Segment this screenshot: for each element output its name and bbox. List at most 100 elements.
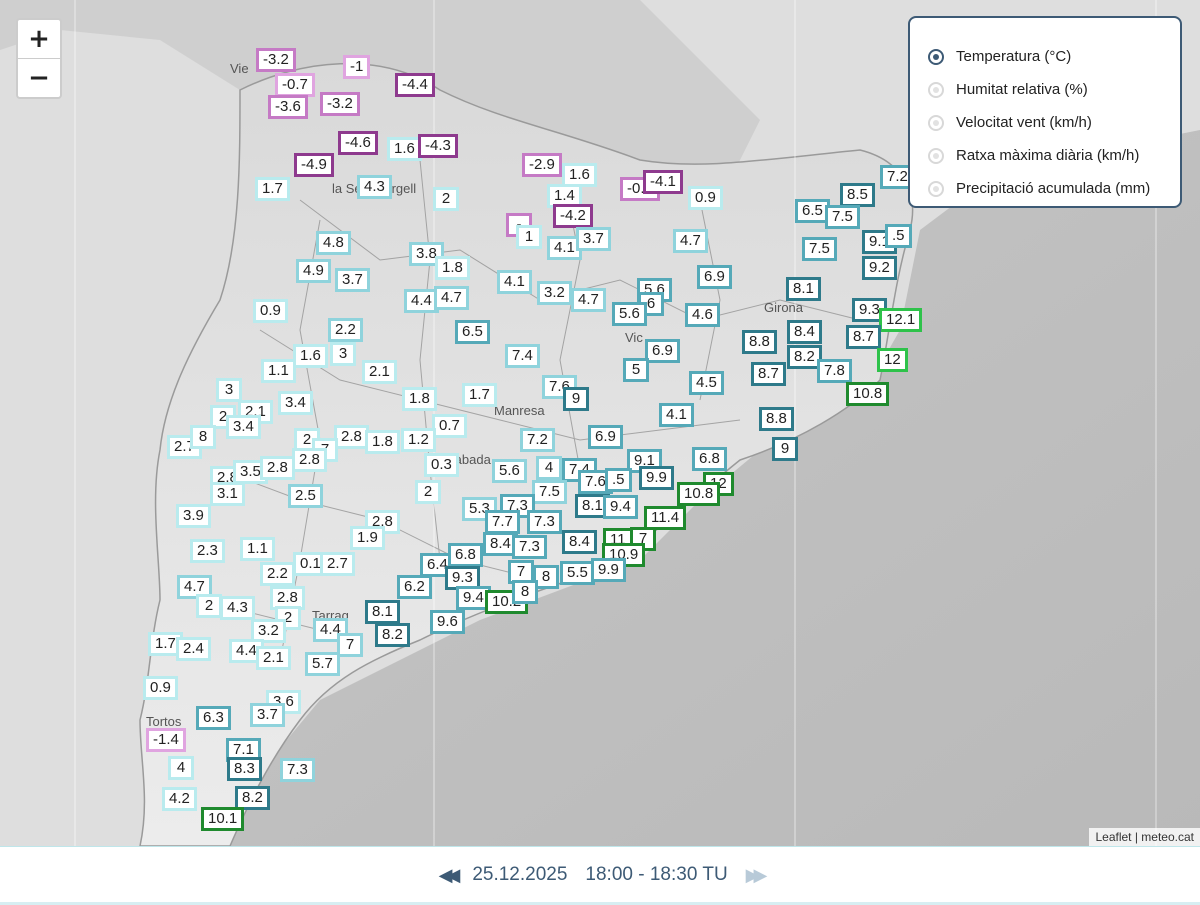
station-temperature-marker[interactable]: .5 xyxy=(885,224,912,248)
station-temperature-marker[interactable]: 1.1 xyxy=(240,537,275,561)
station-temperature-marker[interactable]: .5 xyxy=(605,468,632,492)
radio-selected-icon[interactable] xyxy=(928,48,944,65)
station-temperature-marker[interactable]: 3.7 xyxy=(576,227,611,251)
station-temperature-marker[interactable]: 8.2 xyxy=(375,623,410,647)
station-temperature-marker[interactable]: 12.1 xyxy=(879,308,923,332)
zoom-out-button[interactable]: − xyxy=(18,58,60,97)
station-temperature-marker[interactable]: 8.7 xyxy=(846,325,881,349)
station-temperature-marker[interactable]: -1 xyxy=(343,55,371,79)
station-temperature-marker[interactable]: 12 xyxy=(877,348,908,372)
station-temperature-marker[interactable]: 10.8 xyxy=(846,382,890,406)
station-temperature-marker[interactable]: 3.2 xyxy=(537,281,572,305)
station-temperature-marker[interactable]: 9.6 xyxy=(430,610,465,634)
station-temperature-marker[interactable]: 2 xyxy=(415,480,441,504)
station-temperature-marker[interactable]: 9 xyxy=(563,387,589,411)
station-temperature-marker[interactable]: 4.3 xyxy=(357,175,392,199)
station-temperature-marker[interactable]: 5.7 xyxy=(305,652,340,676)
station-temperature-marker[interactable]: 4.9 xyxy=(296,259,331,283)
station-temperature-marker[interactable]: 1.6 xyxy=(387,137,422,161)
station-temperature-marker[interactable]: -0.7 xyxy=(275,73,315,97)
station-temperature-marker[interactable]: 6.3 xyxy=(196,706,231,730)
variable-option-humidity[interactable]: Humitat relativa (%) xyxy=(928,73,1180,106)
station-temperature-marker[interactable]: 2 xyxy=(433,187,459,211)
station-temperature-marker[interactable]: 4 xyxy=(536,456,562,480)
station-temperature-marker[interactable]: 0.9 xyxy=(143,676,178,700)
station-temperature-marker[interactable]: 6.9 xyxy=(588,425,623,449)
station-temperature-marker[interactable]: 2 xyxy=(196,594,222,618)
rewind-icon[interactable]: ◀◀ xyxy=(439,865,461,886)
station-temperature-marker[interactable]: -3.2 xyxy=(320,92,360,116)
station-temperature-marker[interactable]: 2.5 xyxy=(288,484,323,508)
station-temperature-marker[interactable]: 3.4 xyxy=(278,391,313,415)
station-temperature-marker[interactable]: 8.7 xyxy=(751,362,786,386)
station-temperature-marker[interactable]: 6.9 xyxy=(697,265,732,289)
station-temperature-marker[interactable]: 8.8 xyxy=(759,407,794,431)
station-temperature-marker[interactable]: -4.2 xyxy=(553,204,593,228)
station-temperature-marker[interactable]: 7.7 xyxy=(485,510,520,534)
station-temperature-marker[interactable]: 3.1 xyxy=(210,482,245,506)
station-temperature-marker[interactable]: 4.5 xyxy=(689,371,724,395)
station-temperature-marker[interactable]: -4.3 xyxy=(418,134,458,158)
station-temperature-marker[interactable]: 8.3 xyxy=(227,757,262,781)
station-temperature-marker[interactable]: 7.5 xyxy=(532,480,567,504)
station-temperature-marker[interactable]: 6.9 xyxy=(645,339,680,363)
station-temperature-marker[interactable]: 8 xyxy=(512,580,538,604)
station-temperature-marker[interactable]: 3 xyxy=(330,342,356,366)
station-temperature-marker[interactable]: 6.8 xyxy=(448,543,483,567)
station-temperature-marker[interactable]: 1.6 xyxy=(293,344,328,368)
station-temperature-marker[interactable]: 6.8 xyxy=(692,447,727,471)
station-temperature-marker[interactable]: 3.9 xyxy=(176,504,211,528)
map-attribution[interactable]: Leaflet | meteo.cat xyxy=(1089,828,1200,846)
station-temperature-marker[interactable]: 1.7 xyxy=(462,383,497,407)
zoom-in-button[interactable]: + xyxy=(18,20,60,58)
station-temperature-marker[interactable]: 3 xyxy=(216,378,242,402)
station-temperature-marker[interactable]: 4.1 xyxy=(659,403,694,427)
radio-icon[interactable] xyxy=(928,180,944,197)
station-temperature-marker[interactable]: 0.9 xyxy=(688,186,723,210)
station-temperature-marker[interactable]: 7.3 xyxy=(512,535,547,559)
station-temperature-marker[interactable]: 5.6 xyxy=(612,302,647,326)
station-temperature-marker[interactable]: -1.4 xyxy=(146,728,186,752)
station-temperature-marker[interactable]: 4.6 xyxy=(685,303,720,327)
station-temperature-marker[interactable]: -3.6 xyxy=(268,95,308,119)
forward-icon[interactable]: ▶▶ xyxy=(746,865,768,886)
station-temperature-marker[interactable]: 2.4 xyxy=(176,637,211,661)
station-temperature-marker[interactable]: 8.4 xyxy=(787,320,822,344)
station-temperature-marker[interactable]: -3.2 xyxy=(256,48,296,72)
station-temperature-marker[interactable]: 5.5 xyxy=(560,561,595,585)
station-temperature-marker[interactable]: 3.7 xyxy=(250,703,285,727)
station-temperature-marker[interactable]: 7.3 xyxy=(527,510,562,534)
station-temperature-marker[interactable]: 7 xyxy=(337,633,363,657)
station-temperature-marker[interactable]: 2.2 xyxy=(260,562,295,586)
station-temperature-marker[interactable]: -4.9 xyxy=(294,153,334,177)
station-temperature-marker[interactable]: 4.8 xyxy=(316,231,351,255)
station-temperature-marker[interactable]: 8 xyxy=(190,425,216,449)
station-temperature-marker[interactable]: 8.4 xyxy=(562,530,597,554)
station-temperature-marker[interactable]: 8.5 xyxy=(840,183,875,207)
station-temperature-marker[interactable]: 9.9 xyxy=(639,466,674,490)
station-temperature-marker[interactable]: 7.2 xyxy=(520,428,555,452)
station-temperature-marker[interactable]: 1.9 xyxy=(350,526,385,550)
station-temperature-marker[interactable]: 2.3 xyxy=(190,539,225,563)
station-temperature-marker[interactable]: 6.5 xyxy=(455,320,490,344)
station-temperature-marker[interactable]: 2.1 xyxy=(362,360,397,384)
station-temperature-marker[interactable]: 4.7 xyxy=(434,286,469,310)
station-temperature-marker[interactable]: 4.7 xyxy=(673,229,708,253)
station-temperature-marker[interactable]: 8.8 xyxy=(742,330,777,354)
variable-option-max-gust[interactable]: Ratxa màxima diària (km/h) xyxy=(928,139,1180,172)
station-temperature-marker[interactable]: 1.8 xyxy=(402,387,437,411)
station-temperature-marker[interactable]: 4.7 xyxy=(571,288,606,312)
station-temperature-marker[interactable]: 7.8 xyxy=(817,359,852,383)
station-temperature-marker[interactable]: 9 xyxy=(772,437,798,461)
station-temperature-marker[interactable]: 0.7 xyxy=(432,414,467,438)
station-temperature-marker[interactable]: -2.9 xyxy=(522,153,562,177)
station-temperature-marker[interactable]: 8.1 xyxy=(365,600,400,624)
station-temperature-marker[interactable]: 7.3 xyxy=(280,758,315,782)
station-temperature-marker[interactable]: -4.1 xyxy=(643,170,683,194)
station-temperature-marker[interactable]: 2.8 xyxy=(260,456,295,480)
station-temperature-marker[interactable]: 7.5 xyxy=(802,237,837,261)
station-temperature-marker[interactable]: 0.3 xyxy=(424,453,459,477)
station-temperature-marker[interactable]: 9.4 xyxy=(603,495,638,519)
station-temperature-marker[interactable]: 4.3 xyxy=(220,596,255,620)
station-temperature-marker[interactable]: 10.8 xyxy=(677,482,721,506)
